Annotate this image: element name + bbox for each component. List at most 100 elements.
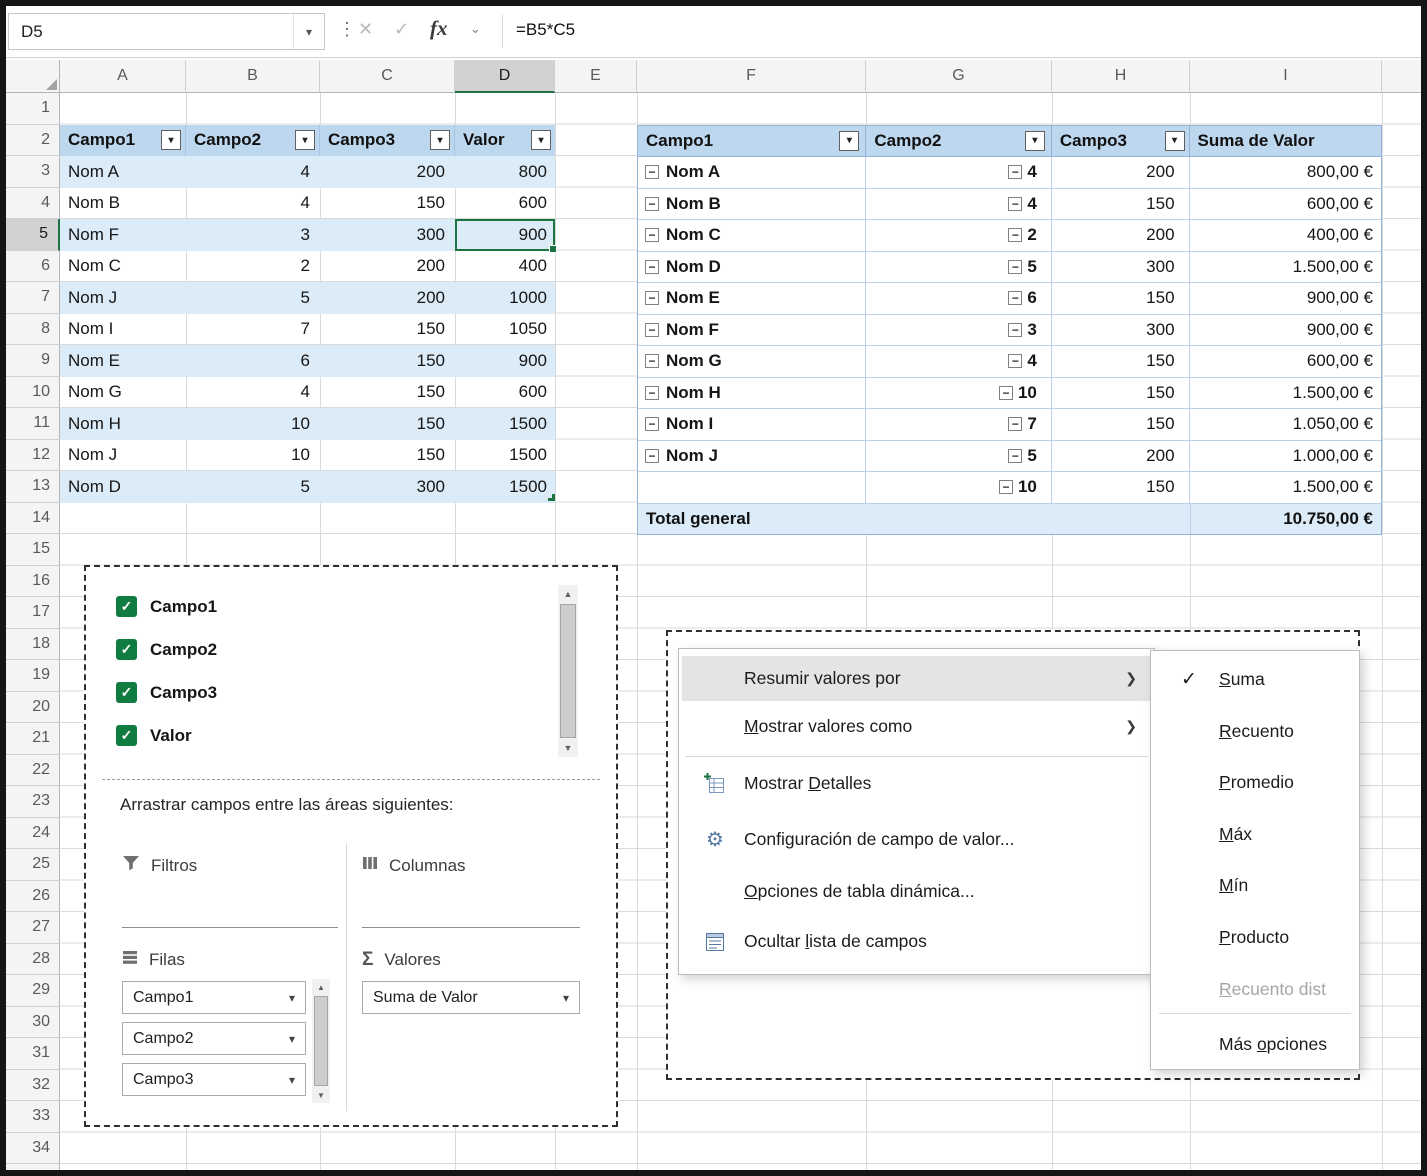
checked-checkbox-icon[interactable]: ✓ [116,682,137,703]
row-header[interactable]: 33 [6,1101,60,1133]
row-header[interactable]: 7 [6,282,60,314]
row-header[interactable]: 13 [6,471,60,503]
scroll-down-icon[interactable]: ▼ [558,739,578,757]
pivot-header-cell[interactable]: Campo3 ▾ [1052,125,1190,156]
submenu-item-producto[interactable]: Producto [1153,915,1359,959]
table-cell[interactable]: 5 [186,471,320,503]
table-cell[interactable]: Nom D [60,471,186,503]
pivot-cell[interactable]: 200 [1052,440,1190,471]
name-box[interactable]: D5 ▾ [8,13,325,50]
row-header[interactable]: 24 [6,818,60,849]
scroll-thumb[interactable] [560,604,576,738]
pivot-header-cell[interactable]: Campo2 ▾ [866,125,1052,156]
pivot-cell[interactable]: − 3 [866,314,1052,345]
formula-input[interactable]: =B5*C5 [516,20,575,40]
collapse-icon[interactable]: − [645,228,659,243]
row-header[interactable]: 20 [6,692,60,723]
collapse-icon[interactable]: − [1008,417,1023,432]
filter-dropdown-icon[interactable]: ▾ [1024,130,1045,151]
table-cell[interactable]: 600 [455,377,555,409]
values-field-pill[interactable]: Suma de Valor ▾ [362,981,580,1014]
row-header[interactable]: 8 [6,314,60,345]
scroll-thumb[interactable] [314,996,328,1086]
row-header[interactable]: 14 [6,503,60,534]
name-box-dropdown-icon[interactable]: ▾ [293,14,324,49]
pivot-cell[interactable]: − 7 [866,409,1052,440]
pivot-cell[interactable]: 150 [1052,346,1190,377]
row-header[interactable]: 10 [6,377,60,408]
pivot-row-label-cell[interactable]: − Nom C [638,220,867,251]
row-header[interactable]: 16 [6,566,60,597]
table-cell[interactable]: 900 [455,345,555,377]
field-item[interactable]: ✓ Valor [106,714,556,757]
row-header[interactable]: 35 [6,1164,60,1170]
filter-dropdown-icon[interactable]: ▾ [1164,130,1185,151]
rows-field-pill[interactable]: Campo1 ▾ [122,981,306,1014]
collapse-icon[interactable]: − [645,291,659,306]
pivot-row-label-cell[interactable]: − [638,472,867,503]
table-cell[interactable]: 5 [186,282,320,314]
menu-item-mostrar-detalles[interactable]: Mostrar Detalles [682,761,1151,806]
row-header[interactable]: 17 [6,597,60,629]
chevron-down-icon[interactable]: ▾ [289,991,295,1005]
data-table-header-cell[interactable]: Campo1 ▾ [60,124,186,156]
pivot-cell[interactable]: 200 [1052,220,1190,251]
table-cell[interactable]: 4 [186,156,320,188]
pivot-cell[interactable]: − 4 [866,346,1052,377]
table-cell[interactable]: 150 [320,377,455,409]
chevron-down-icon[interactable]: ▾ [563,991,569,1005]
menu-item-resumir-valores-por[interactable]: Resumir valores por ❯ [682,656,1151,701]
table-cell[interactable]: 1050 [455,314,555,346]
pivot-cell[interactable]: 1.500,00 € [1190,378,1381,409]
pivot-cell[interactable]: 150 [1052,188,1190,219]
row-header[interactable]: 1 [6,93,60,125]
pivot-cell[interactable]: 1.500,00 € [1190,472,1381,503]
field-item[interactable]: ✓ Campo3 [106,671,556,714]
collapse-icon[interactable]: − [1008,354,1023,369]
pivot-cell[interactable]: 400,00 € [1190,220,1381,251]
pivot-cell[interactable]: − 10 [866,472,1052,503]
menu-item-ocultar-lista-campos[interactable]: Ocultar lista de campos [682,919,1151,964]
table-cell[interactable]: 10 [186,408,320,440]
columns-drop-zone[interactable] [362,893,580,928]
scroll-up-icon[interactable]: ▲ [558,585,578,603]
enter-icon[interactable]: ✓ [394,19,409,40]
table-cell[interactable]: 300 [320,219,455,251]
collapse-icon[interactable]: − [1008,322,1023,337]
table-cell[interactable]: 400 [455,251,555,283]
row-header[interactable]: 32 [6,1070,60,1101]
pivot-cell[interactable]: 150 [1052,472,1190,503]
pivot-cell[interactable]: 150 [1052,283,1190,314]
column-header[interactable]: D [455,60,555,93]
insert-function-icon[interactable]: fx [430,16,448,41]
submenu-item-promedio[interactable]: Promedio [1153,760,1359,804]
row-header[interactable]: 3 [6,156,60,188]
row-header[interactable]: 28 [6,944,60,975]
pivot-cell[interactable]: 600,00 € [1190,346,1381,377]
pivot-cell[interactable]: 300 [1052,314,1190,345]
submenu-item-recuento[interactable]: Recuento [1153,709,1359,753]
row-header[interactable]: 22 [6,755,60,786]
table-cell[interactable]: 150 [320,314,455,346]
row-header[interactable]: 21 [6,723,60,755]
data-table-header-cell[interactable]: Campo2 ▾ [186,124,320,156]
pivot-row-label-cell[interactable]: − Nom G [638,346,867,377]
collapse-icon[interactable]: − [998,385,1013,400]
row-header[interactable]: 31 [6,1038,60,1070]
collapse-icon[interactable]: − [645,196,659,211]
row-header[interactable]: 27 [6,912,60,944]
checked-checkbox-icon[interactable]: ✓ [116,639,137,660]
submenu-item-min[interactable]: Mín [1153,863,1359,907]
rows-field-pill[interactable]: Campo3 ▾ [122,1063,306,1096]
table-cell[interactable]: 7 [186,314,320,346]
table-cell[interactable]: 200 [320,156,455,188]
row-header[interactable]: 6 [6,251,60,282]
filter-dropdown-icon[interactable]: ▾ [295,130,315,151]
table-cell[interactable]: 3 [186,219,320,251]
pivot-row-label-cell[interactable]: − Nom F [638,314,867,345]
table-cell[interactable]: Nom C [60,251,186,283]
data-table-header-cell[interactable]: Valor ▾ [455,125,555,157]
menu-item-configuracion-campo-valor[interactable]: ⚙ Configuración de campo de valor... [682,817,1151,862]
row-header[interactable]: 11 [6,408,60,440]
chevron-down-icon[interactable]: ⌄ [470,21,481,37]
